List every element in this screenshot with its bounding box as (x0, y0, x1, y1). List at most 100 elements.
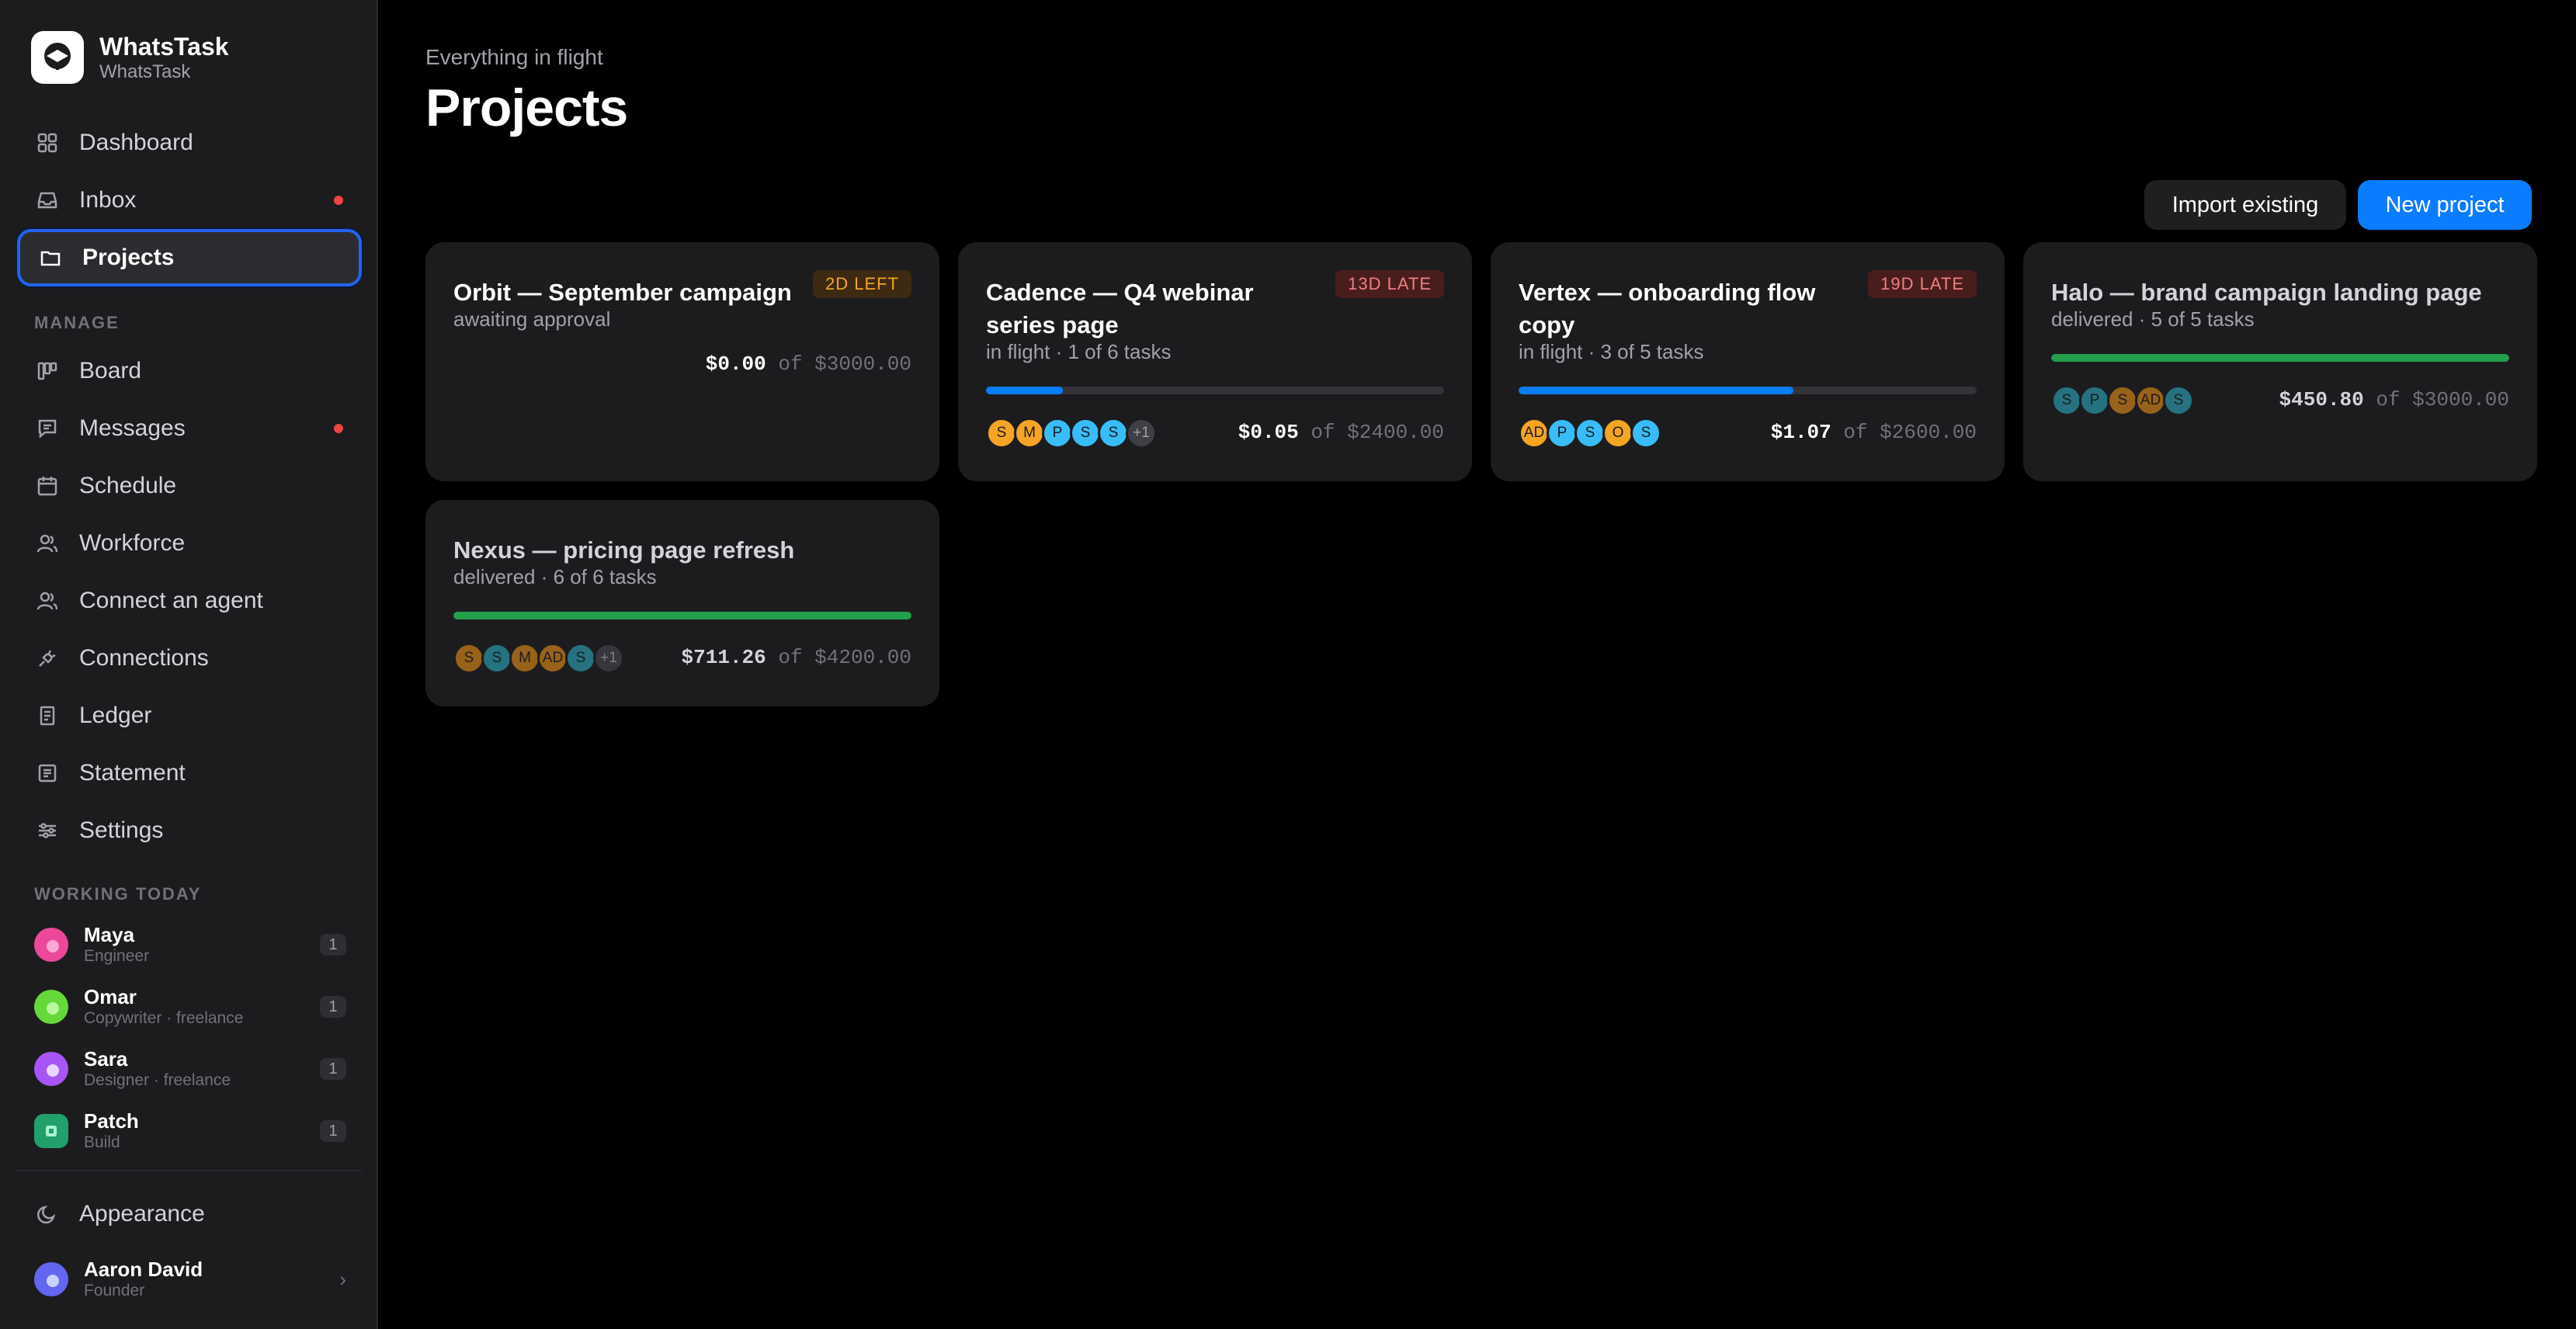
people-icon (36, 532, 59, 555)
project-title: Halo — brand campaign landing page (2051, 279, 2482, 306)
nav-label: Ledger (79, 703, 152, 728)
assignee-avatars: S M P S S +1 (986, 418, 1157, 449)
nav-statement[interactable]: Statement (17, 744, 362, 802)
spent-amount: $0.05 (1238, 421, 1299, 444)
assignee-avatar: P (2079, 385, 2110, 416)
grid-icon (36, 131, 59, 154)
moon-icon (36, 1202, 59, 1226)
progress-bar (986, 387, 1444, 394)
import-existing-button[interactable]: Import existing (2144, 180, 2346, 230)
assignee-avatar: M (1014, 418, 1045, 449)
unread-dot (334, 424, 343, 433)
bot-avatar (34, 1114, 68, 1148)
sliders-icon (36, 819, 59, 842)
project-status: in flight · 1 of 6 tasks (986, 340, 1172, 363)
progress-bar (2051, 354, 2509, 362)
calendar-icon (36, 474, 59, 498)
more-assignees-badge: +1 (593, 643, 624, 674)
chat-icon (36, 417, 59, 440)
section-working-today: WORKING TODAY (34, 884, 202, 904)
nav-settings[interactable]: Settings (17, 802, 362, 859)
assignee-avatar: S (453, 643, 484, 674)
avatar (34, 990, 68, 1024)
nav-ledger[interactable]: Ledger (17, 687, 362, 744)
nav-workforce[interactable]: Workforce (17, 515, 362, 572)
project-card[interactable]: Nexus — pricing page refresh delivered ·… (425, 500, 939, 706)
app-name: WhatsTask (99, 33, 229, 61)
more-assignees-badge: +1 (1126, 418, 1157, 449)
nav-projects[interactable]: Projects (17, 229, 362, 286)
folder-icon (39, 246, 62, 269)
nav-messages[interactable]: Messages (17, 400, 362, 457)
nav-dashboard[interactable]: Dashboard (17, 114, 362, 172)
nav-label: Projects (82, 245, 175, 270)
nav-label: Dashboard (79, 130, 193, 155)
assignee-avatar: S (2107, 385, 2138, 416)
unread-dot (334, 196, 343, 205)
worker-name: Sara (84, 1047, 128, 1070)
worker-sara[interactable]: Sara Designer · freelance 1 (34, 1043, 346, 1095)
worker-omar[interactable]: Omar Copywriter · freelance 1 (34, 980, 346, 1033)
assignee-avatars: S S M AD S +1 (453, 643, 624, 674)
worker-role: Copywriter · freelance (84, 1009, 244, 1027)
assignee-avatar: S (1098, 418, 1129, 449)
user-menu[interactable]: Aaron David Founder › (34, 1253, 346, 1306)
section-manage: MANAGE (34, 313, 120, 332)
assignee-avatar: S (1630, 418, 1661, 449)
deadline-badge: 13D LATE (1335, 270, 1444, 298)
user-role: Founder (84, 1282, 145, 1300)
worker-patch[interactable]: Patch Build 1 (34, 1105, 346, 1157)
nav-label: Statement (79, 760, 186, 786)
brand[interactable]: WhatsTask WhatsTask (31, 31, 229, 84)
assignee-avatar: S (1574, 418, 1606, 449)
nav-connect-agent[interactable]: Connect an agent (17, 572, 362, 630)
budget-total: of $3000.00 (778, 352, 911, 376)
budget-readout: $0.05 of $2400.00 (1238, 421, 1444, 444)
assignee-avatar: O (1602, 418, 1633, 449)
project-status: delivered · 5 of 5 tasks (2051, 307, 2255, 331)
task-count-badge: 1 (320, 1120, 346, 1142)
project-card[interactable]: Halo — brand campaign landing page deliv… (2023, 242, 2537, 481)
assignee-avatars: S P S AD S (2051, 385, 2194, 416)
assignee-avatar: AD (537, 643, 568, 674)
worker-name: Patch (84, 1109, 139, 1133)
assignee-avatar: M (509, 643, 540, 674)
nav-appearance[interactable]: Appearance (17, 1185, 362, 1243)
new-project-button[interactable]: New project (2358, 180, 2532, 230)
assignee-avatar: AD (1519, 418, 1550, 449)
assignee-avatar: AD (2135, 385, 2166, 416)
spent-amount: $711.26 (681, 646, 766, 669)
nav-label: Settings (79, 817, 164, 843)
board-icon (36, 359, 59, 383)
progress-fill (453, 612, 911, 619)
budget-readout: $1.07 of $2600.00 (1771, 421, 1977, 444)
progress-fill (2051, 354, 2509, 362)
worker-maya[interactable]: Maya Engineer 1 (34, 918, 346, 971)
divider (17, 1170, 362, 1171)
page-eyebrow: Everything in flight (425, 45, 603, 69)
nav-connections[interactable]: Connections (17, 630, 362, 687)
assignee-avatar: S (565, 643, 596, 674)
budget-readout: $0.00 of $3000.00 (706, 352, 911, 376)
plug-icon (36, 647, 59, 670)
nav-board[interactable]: Board (17, 342, 362, 400)
project-card[interactable]: Cadence — Q4 webinar series page in flig… (958, 242, 1472, 481)
whatstask-logo-icon (31, 31, 84, 84)
project-status: in flight · 3 of 5 tasks (1519, 340, 1704, 363)
avatar (34, 1262, 68, 1296)
project-title: Nexus — pricing page refresh (453, 536, 795, 564)
budget-total: of $2600.00 (1843, 421, 1977, 444)
nav-schedule[interactable]: Schedule (17, 457, 362, 515)
project-card[interactable]: Vertex — onboarding flow copy in flight … (1491, 242, 2005, 481)
spent-amount: $0.00 (705, 352, 766, 376)
nav-label: Connect an agent (79, 588, 263, 613)
deadline-badge: 19D LATE (1868, 270, 1977, 298)
nav-inbox[interactable]: Inbox (17, 172, 362, 229)
assignee-avatar: P (1547, 418, 1578, 449)
progress-fill (986, 387, 1063, 394)
task-count-badge: 1 (320, 996, 346, 1018)
project-card[interactable]: Orbit — September campaign awaiting appr… (425, 242, 939, 481)
project-status: awaiting approval (453, 307, 611, 331)
nav-label: Appearance (79, 1201, 205, 1227)
avatar (34, 928, 68, 962)
